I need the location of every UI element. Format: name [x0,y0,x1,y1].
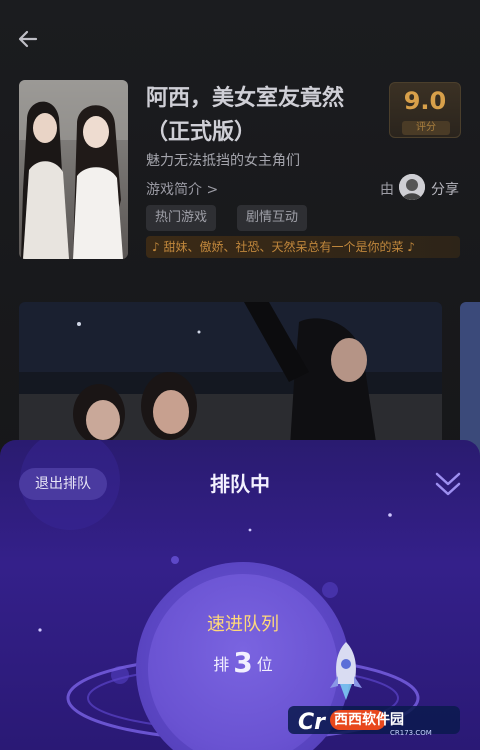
tag-hot-games[interactable]: 热门游戏 [146,205,217,231]
rank-prefix: 排 [213,655,230,674]
collapse-button[interactable] [432,466,464,502]
next-screenshot-peek[interactable] [460,302,480,462]
watermark-text: 西西软件园 [334,712,404,728]
watermark: Cr 西西软件园 CR173.COM [288,702,460,738]
screenshot-gallery[interactable] [19,302,442,462]
back-button[interactable] [14,24,44,54]
arrow-left-icon [18,30,38,48]
watermark-sub: CR173.COM [390,729,432,737]
share-prefix: 由 [380,182,394,198]
queue-title: 排队中 [210,472,270,496]
game-cover-image[interactable] [19,80,128,259]
sharer-avatar[interactable] [399,174,425,200]
speed-queue-label: 速进队列 [207,614,279,635]
score-value: 9.0 [403,87,447,115]
game-intro-link[interactable]: 游戏简介 > [146,179,218,199]
rank-number: 3 [233,646,253,679]
queue-position: 排3位 [148,646,338,679]
game-tagline: 魅力无法抵挡的女主角们 [146,153,300,169]
promo-banner: ♪ 甜妹、傲娇、社恐、天然呆总有一个是你的菜 ♪ [146,236,460,258]
tag-story-interaction[interactable]: 剧情互动 [237,205,308,231]
share-label: 分享 [431,182,459,198]
svg-text:Cr: Cr [298,710,326,735]
score-badge: 9.0 评分 [389,82,461,138]
game-detail-screen: 阿西，美女室友竟然（正式版） 魅力无法抵挡的女主角们 游戏简介 > 9.0 评分… [0,0,480,750]
double-chevron-down-icon [435,472,461,496]
rank-suffix: 位 [256,655,273,674]
score-label: 评分 [402,121,450,135]
avatar-icon [399,174,425,200]
game-title: 阿西，美女室友竟然（正式版） [146,86,345,145]
rocket-icon [330,642,362,700]
screenshot-image [19,302,442,462]
